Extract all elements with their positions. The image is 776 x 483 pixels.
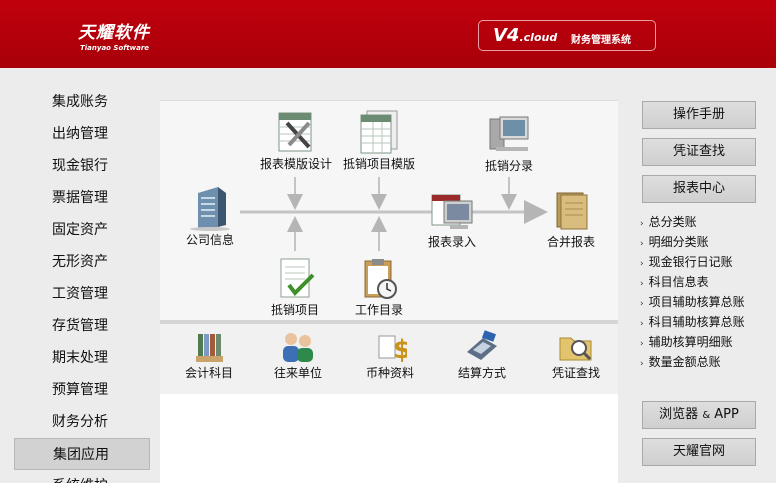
flow-label-writeoff-item: 抵销项目	[270, 303, 319, 317]
label-settlement-method: 结算方式	[457, 366, 506, 380]
checklist-icon	[280, 258, 315, 298]
report-template-design-icon	[278, 112, 312, 152]
flow-label-work-catalog: 工作目录	[354, 303, 403, 317]
nav-item-period-end[interactable]: 期末处理	[14, 342, 150, 374]
chevron-right-icon: ›	[640, 219, 644, 229]
report-center-button[interactable]: 报表中心	[642, 175, 756, 203]
flow-label-company-info: 公司信息	[185, 233, 234, 247]
manual-button[interactable]: 操作手册	[642, 101, 756, 129]
label-counterparties: 往来单位	[273, 366, 322, 380]
official-site-button[interactable]: 天耀官网	[642, 438, 756, 466]
nav-item-group-apps[interactable]: 集团应用	[14, 438, 150, 470]
content-blank-area	[160, 394, 618, 483]
browser-app-button[interactable]: 浏览器 & APP	[642, 401, 756, 429]
folder-search-icon	[559, 337, 592, 361]
flow-writeoff-item[interactable]: 抵销项目	[264, 257, 326, 318]
flow-writeoff-item-template[interactable]: 抵销项目模版	[338, 107, 420, 172]
nav-item-budget[interactable]: 预算管理	[14, 374, 150, 406]
writeoff-entry-icon	[489, 116, 529, 151]
nav-item-cashier[interactable]: 出纳管理	[14, 118, 150, 150]
app-header: 天耀软件 Tianyao Software V4.cloud 财务管理系统	[0, 0, 776, 68]
label-voucher-search: 凭证查找	[551, 366, 600, 380]
chart-of-accounts[interactable]: 会计科目	[180, 330, 238, 381]
writeoff-template-icon	[360, 110, 398, 154]
system-name: 财务管理系统	[571, 35, 631, 46]
chevron-right-icon: ›	[640, 319, 644, 329]
chevron-right-icon: ›	[640, 299, 644, 309]
nav-item-financial-analysis[interactable]: 财务分析	[14, 406, 150, 438]
report-link-account-info[interactable]: › 科目信息表	[640, 273, 709, 290]
report-link-general-ledger[interactable]: › 总分类账	[640, 213, 697, 230]
nav-item-cash-bank[interactable]: 现金银行	[14, 150, 150, 182]
flow-company-info[interactable]: 公司信息	[180, 185, 240, 248]
flow-work-catalog[interactable]: 工作目录	[348, 257, 410, 318]
flow-label-template-design: 报表模版设计	[259, 157, 332, 171]
report-link-cash-journal[interactable]: › 现金银行日记账	[640, 253, 733, 270]
logo-cn: 天耀软件	[78, 23, 150, 43]
flow-label-report-entry: 报表录入	[427, 235, 476, 249]
currency-data[interactable]: $ 币种资料	[362, 330, 418, 381]
flow-report-template-design[interactable]: 报表模版设计	[256, 109, 336, 172]
books-icon	[196, 334, 223, 362]
chevron-right-icon: ›	[640, 359, 644, 369]
report-entry-icon	[431, 194, 473, 229]
nav-item-integrated-accounts[interactable]: 集成账务	[14, 86, 150, 118]
label-chart-of-accounts: 会计科目	[184, 366, 233, 380]
nav-item-fixed-assets[interactable]: 固定资产	[14, 214, 150, 246]
voucher-search-icon-btn[interactable]: 凭证查找	[544, 330, 608, 381]
building-icon	[190, 187, 230, 231]
report-link-account-aux-ledger[interactable]: › 科目辅助核算总账	[640, 313, 745, 330]
report-link-project-aux-ledger[interactable]: › 项目辅助核算总账	[640, 293, 745, 310]
nav-item-system-maintenance[interactable]: 系统维护	[14, 470, 150, 483]
chevron-right-icon: ›	[640, 239, 644, 249]
flow-panel: 报表模版设计 抵销项目模版 抵销分录 公司信息 报表录入 合并报表 抵销项目 工…	[160, 100, 618, 320]
chevron-right-icon: ›	[640, 279, 644, 289]
flow-label-consolidated-report: 合并报表	[546, 235, 595, 249]
report-link-detail-ledger[interactable]: › 明细分类账	[640, 233, 709, 250]
consolidated-report-icon	[556, 192, 588, 230]
clipboard-clock-icon	[364, 259, 397, 299]
svg-text:$: $	[393, 335, 407, 364]
logo-en: Tianyao Software	[80, 44, 150, 52]
chevron-right-icon: ›	[640, 259, 644, 269]
voucher-search-button[interactable]: 凭证查找	[642, 138, 756, 166]
chevron-right-icon: ›	[640, 339, 644, 349]
label-currency-data: 币种资料	[365, 366, 414, 380]
flow-writeoff-entry[interactable]: 抵销分录	[478, 113, 540, 174]
brand-logo: 天耀软件 Tianyao Software	[78, 18, 150, 52]
flow-consolidated-report[interactable]: 合并报表	[540, 189, 602, 250]
basic-data-bar: 会计科目 往来单位 $ 币种资料 结算方式 凭证查找	[160, 324, 618, 394]
version-badge: V4.cloud 财务管理系统	[478, 20, 656, 51]
flow-label-writeoff-template: 抵销项目模版	[342, 157, 415, 171]
nav-item-payroll[interactable]: 工资管理	[14, 278, 150, 310]
dollar-icon: $	[378, 335, 407, 364]
flow-report-entry[interactable]: 报表录入	[420, 191, 484, 250]
nav-item-intangible-assets[interactable]: 无形资产	[14, 246, 150, 278]
version-label: V4.cloud	[493, 25, 558, 46]
nav-item-bills[interactable]: 票据管理	[14, 182, 150, 214]
flow-label-writeoff-entry: 抵销分录	[484, 159, 533, 173]
counterparties[interactable]: 往来单位	[268, 330, 328, 381]
pos-terminal-icon	[467, 330, 497, 360]
report-link-aux-detail[interactable]: › 辅助核算明细账	[640, 333, 733, 350]
nav-item-inventory[interactable]: 存货管理	[14, 310, 150, 342]
people-icon	[283, 333, 313, 362]
settlement-method[interactable]: 结算方式	[452, 330, 512, 381]
report-link-quantity-amount[interactable]: › 数量金额总账	[640, 353, 721, 370]
